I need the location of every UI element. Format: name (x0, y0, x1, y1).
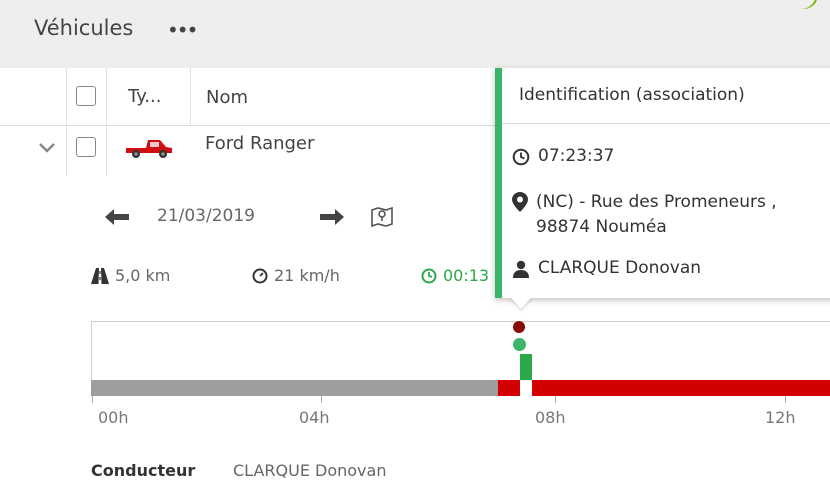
map-marker-icon (512, 192, 528, 212)
speed-stat: 21 km/h (252, 266, 340, 285)
road-icon (91, 267, 109, 284)
select-all-checkbox[interactable] (76, 86, 96, 106)
timeline-segment-idle (91, 380, 500, 396)
driver-name: CLARQUE Donovan (233, 461, 387, 480)
page-title: Véhicules (34, 16, 134, 40)
duration-value: 00:13 (443, 266, 490, 285)
chevron-down-icon[interactable] (37, 137, 57, 157)
popup-address: (NC) - Rue des Promeneurs , 98874 Nouméa (536, 190, 777, 240)
timeline-tick (785, 396, 786, 403)
identification-popup: Identification (association) 07:23:37 (N… (495, 68, 830, 298)
speed-value: 21 km/h (274, 266, 340, 285)
timeline-segment-alert (498, 380, 830, 396)
clock-icon (512, 148, 530, 166)
map-icon[interactable] (370, 204, 394, 228)
vehicle-name[interactable]: Ford Ranger (205, 133, 314, 154)
clock-icon (421, 268, 437, 283)
popup-header: Identification (association) (502, 68, 830, 124)
popup-title: Identification (association) (519, 85, 745, 105)
popup-address-line2: 98874 Nouméa (536, 217, 667, 237)
page-header: Véhicules ••• (0, 0, 830, 68)
distance-value: 5,0 km (115, 266, 171, 285)
driver-label: Conducteur (91, 461, 196, 480)
column-divider (106, 68, 107, 176)
popup-address-row: (NC) - Rue des Promeneurs , 98874 Nouméa (512, 190, 777, 240)
row-checkbox[interactable] (76, 137, 96, 157)
decorative-accent (793, 0, 819, 13)
distance-stat: 5,0 km (91, 266, 170, 285)
timeline-tick-label: 00h (98, 408, 129, 427)
popup-driver-row: CLARQUE Donovan (512, 258, 701, 278)
arrow-left-icon[interactable] (103, 207, 131, 227)
timeline-tick (321, 396, 322, 403)
pickup-truck-icon (126, 140, 172, 158)
column-divider (66, 68, 67, 176)
timeline-event-marker[interactable] (513, 338, 526, 351)
trip-date[interactable]: 21/03/2019 (157, 206, 255, 226)
more-options-button[interactable]: ••• (167, 20, 198, 40)
popup-time-row: 07:23:37 (512, 146, 614, 166)
column-divider (190, 68, 191, 126)
timeline-event-marker[interactable] (513, 321, 525, 333)
timeline-tick-label: 04h (299, 408, 330, 427)
arrow-right-icon[interactable] (318, 207, 346, 227)
column-header-type[interactable]: Ty... (128, 86, 161, 107)
timeline-gap (520, 380, 532, 396)
timeline-tick-label: 08h (535, 408, 566, 427)
column-header-name[interactable]: Nom (206, 87, 248, 108)
timeline-tick (555, 396, 556, 403)
timeline-tick (92, 396, 93, 403)
timeline-segment-active[interactable] (520, 354, 532, 380)
popup-pointer (510, 297, 532, 309)
popup-time: 07:23:37 (538, 146, 615, 166)
speedometer-icon (252, 268, 268, 283)
timeline-tick-label: 12h (765, 408, 796, 427)
duration-stat: 00:13 (421, 266, 489, 285)
user-icon (513, 260, 529, 278)
popup-address-line1: (NC) - Rue des Promeneurs , (536, 192, 777, 212)
popup-driver: CLARQUE Donovan (538, 258, 702, 278)
